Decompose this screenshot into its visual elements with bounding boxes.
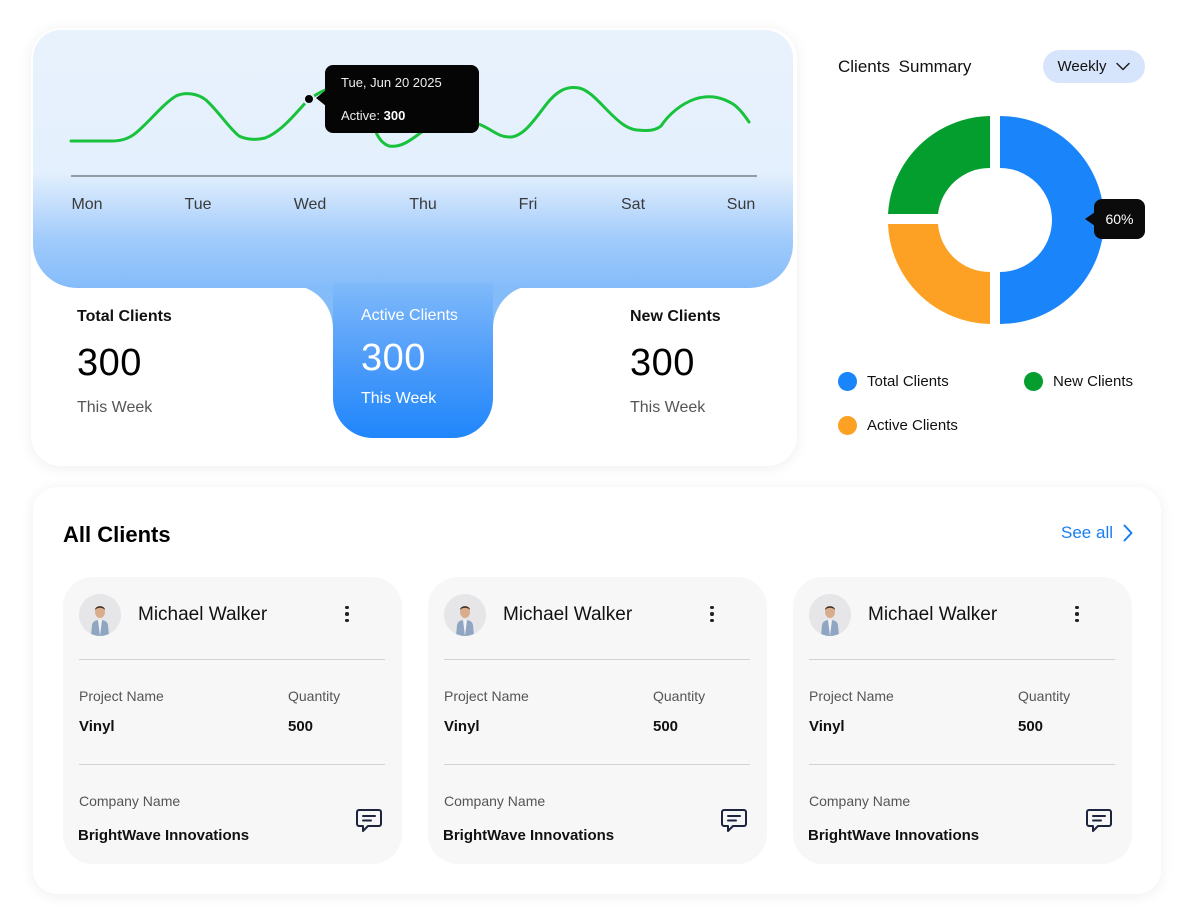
divider (444, 764, 750, 765)
legend-total-clients: Total Clients (838, 372, 949, 391)
tooltip-active: Active: 300 (341, 108, 463, 123)
stat-value: 300 (630, 342, 695, 384)
avatar (79, 594, 121, 636)
range-dropdown-label: Weekly (1057, 58, 1107, 75)
percent-badge: 60% (1085, 199, 1145, 239)
day-label: Sun (726, 196, 756, 213)
donut-segment-new-clients[interactable] (888, 116, 990, 214)
client-name: Michael Walker (868, 604, 998, 625)
see-all-link[interactable]: See all (1061, 523, 1133, 543)
quantity-label: Quantity (288, 688, 341, 704)
divider (809, 764, 1115, 765)
company-name-value: BrightWave Innovations (78, 827, 250, 844)
chevron-right-icon (1123, 524, 1133, 542)
company-name-value: BrightWave Innovations (443, 827, 615, 844)
quantity-value: 500 (1018, 718, 1044, 735)
legend-new-clients: New Clients (1024, 372, 1133, 391)
company-name-value: BrightWave Innovations (808, 827, 980, 844)
tooltip-active-value: 300 (383, 108, 406, 123)
day-label: Sat (620, 196, 646, 213)
chat-icon[interactable] (720, 806, 748, 834)
stat-period: This Week (630, 399, 706, 416)
chat-icon[interactable] (355, 806, 383, 834)
all-clients-section: All Clients See all Michael Walker Proje… (33, 487, 1161, 894)
avatar (444, 594, 486, 636)
day-label: Wed (293, 196, 327, 213)
chart-tooltip: Tue, Jun 20 2025 Active: 300 (316, 65, 479, 133)
stat-total-clients: Total Clients 300 This Week (77, 308, 172, 417)
client-stats-card: Mon Tue Wed Thu Fri Sat Sun Tue, Jun 20 … (31, 28, 797, 466)
day-label: Fri (518, 196, 538, 213)
stat-title: Active Clients (361, 307, 458, 324)
more-vertical-icon[interactable] (1067, 601, 1087, 627)
quantity-value: 500 (288, 718, 314, 735)
donut-segment-active-clients[interactable] (888, 224, 990, 324)
tooltip-active-label: Active: (341, 108, 381, 123)
stat-active-clients: Active Clients 300 This Week (361, 307, 458, 408)
section-title: All Clients (63, 522, 171, 547)
client-card[interactable]: Michael Walker Project Name Vinyl Quanti… (428, 577, 767, 864)
tab-fillet-right (493, 285, 537, 329)
legend-label: Active Clients (867, 417, 958, 434)
activity-chart: Mon Tue Wed Thu Fri Sat Sun Tue, Jun 20 … (33, 30, 793, 288)
divider (444, 659, 750, 660)
stat-title: Total Clients (77, 308, 172, 325)
clients-summary: Clients Summary Weekly 60% Total Clients… (830, 40, 1160, 460)
see-all-label: See all (1061, 523, 1113, 542)
project-name-label: Project Name (444, 688, 529, 704)
legend-dot (838, 372, 857, 391)
project-name-label: Project Name (79, 688, 164, 704)
summary-title: Clients Summary (838, 57, 972, 76)
project-name-value: Vinyl (809, 718, 845, 735)
day-label: Mon (71, 196, 103, 213)
stat-new-clients: New Clients 300 This Week (630, 308, 721, 417)
divider (809, 659, 1115, 660)
stat-value: 300 (361, 337, 426, 379)
day-axis: Mon Tue Wed Thu Fri Sat Sun (33, 196, 793, 218)
legend-active-clients: Active Clients (838, 416, 958, 435)
hover-point[interactable] (303, 93, 315, 105)
range-dropdown[interactable]: Weekly (1043, 50, 1145, 83)
project-name-value: Vinyl (79, 718, 115, 735)
tab-fillet-left (289, 285, 333, 329)
day-label: Thu (409, 196, 437, 213)
chat-icon[interactable] (1085, 806, 1113, 834)
more-vertical-icon[interactable] (337, 601, 357, 627)
client-name: Michael Walker (503, 604, 633, 625)
company-name-label: Company Name (444, 793, 546, 809)
company-name-label: Company Name (79, 793, 181, 809)
avatar (809, 594, 851, 636)
project-name-value: Vinyl (444, 718, 480, 735)
divider (79, 764, 385, 765)
divider (79, 659, 385, 660)
stat-period: This Week (77, 399, 153, 416)
stat-period: This Week (361, 390, 437, 407)
project-name-label: Project Name (809, 688, 894, 704)
company-name-label: Company Name (809, 793, 911, 809)
quantity-label: Quantity (653, 688, 706, 704)
quantity-label: Quantity (1018, 688, 1071, 704)
stat-title: New Clients (630, 308, 721, 325)
legend-label: Total Clients (867, 373, 949, 390)
client-card[interactable]: Michael Walker Project Name Vinyl Quanti… (793, 577, 1132, 864)
client-card[interactable]: Michael Walker Project Name Vinyl Quanti… (63, 577, 402, 864)
tooltip-date: Tue, Jun 20 2025 (341, 75, 442, 90)
legend-label: New Clients (1053, 373, 1134, 390)
quantity-value: 500 (653, 718, 679, 735)
more-vertical-icon[interactable] (702, 601, 722, 627)
legend-dot (838, 416, 857, 435)
clients-donut-chart (888, 116, 1104, 324)
stat-value: 300 (77, 342, 142, 384)
chevron-down-icon (1116, 62, 1131, 71)
day-label: Tue (184, 196, 212, 213)
legend-dot (1024, 372, 1043, 391)
client-name: Michael Walker (138, 604, 268, 625)
